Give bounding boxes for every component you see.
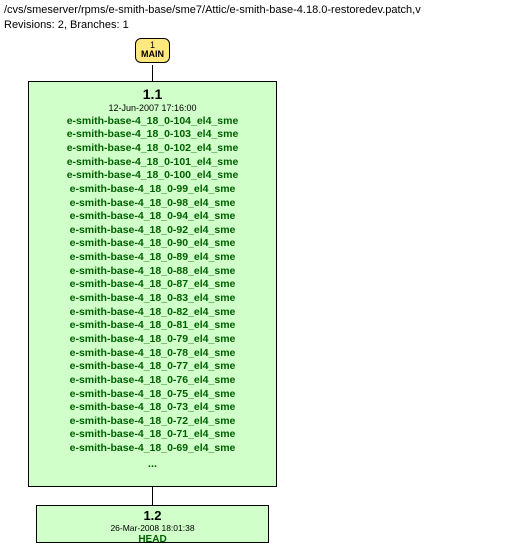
tag: e-smith-base-4_18_0-82_el4_sme <box>33 306 272 320</box>
tag: e-smith-base-4_18_0-102_el4_sme <box>33 142 272 156</box>
tag-head: HEAD <box>41 533 264 546</box>
edge <box>152 487 153 505</box>
revision-date: 26-Mar-2008 18:01:38 <box>41 523 264 533</box>
edge <box>152 65 153 81</box>
tag: e-smith-base-4_18_0-101_el4_sme <box>33 156 272 170</box>
tag: e-smith-base-4_18_0-78_el4_sme <box>33 347 272 361</box>
tag: e-smith-base-4_18_0-88_el4_sme <box>33 265 272 279</box>
tag: e-smith-base-4_18_0-99_el4_sme <box>33 183 272 197</box>
tag: e-smith-base-4_18_0-69_el4_sme <box>33 442 272 456</box>
revision-node-1-1[interactable]: 1.1 12-Jun-2007 17:16:00 e-smith-base-4_… <box>28 81 277 487</box>
tag: e-smith-base-4_18_0-92_el4_sme <box>33 224 272 238</box>
revision-number: 1.2 <box>41 508 264 523</box>
tag: e-smith-base-4_18_0-98_el4_sme <box>33 197 272 211</box>
tag: e-smith-base-4_18_0-71_el4_sme <box>33 428 272 442</box>
revision-date: 12-Jun-2007 17:16:00 <box>33 103 272 113</box>
tag: e-smith-base-4_18_0-90_el4_sme <box>33 237 272 251</box>
branch-name: MAIN <box>136 50 169 59</box>
tag: e-smith-base-4_18_0-87_el4_sme <box>33 278 272 292</box>
revision-node-1-2[interactable]: 1.2 26-Mar-2008 18:01:38 HEAD <box>36 505 269 543</box>
branch-node-main[interactable]: 1 MAIN <box>135 38 170 63</box>
revision-diagram: 1 MAIN 1.1 12-Jun-2007 17:16:00 e-smith-… <box>0 35 512 545</box>
revisions-meta: Revisions: 2, Branches: 1 <box>4 18 508 33</box>
tag: e-smith-base-4_18_0-100_el4_sme <box>33 169 272 183</box>
tag: e-smith-base-4_18_0-89_el4_sme <box>33 251 272 265</box>
tag: e-smith-base-4_18_0-79_el4_sme <box>33 333 272 347</box>
tag: e-smith-base-4_18_0-75_el4_sme <box>33 388 272 402</box>
tag: e-smith-base-4_18_0-72_el4_sme <box>33 415 272 429</box>
more-tags-ellipsis: ... <box>33 458 272 470</box>
tag: e-smith-base-4_18_0-77_el4_sme <box>33 360 272 374</box>
tag: e-smith-base-4_18_0-104_el4_sme <box>33 115 272 129</box>
tag: e-smith-base-4_18_0-103_el4_sme <box>33 128 272 142</box>
tag: e-smith-base-4_18_0-94_el4_sme <box>33 210 272 224</box>
tag: e-smith-base-4_18_0-81_el4_sme <box>33 319 272 333</box>
header: /cvs/smeserver/rpms/e-smith-base/sme7/At… <box>0 0 512 35</box>
tag: e-smith-base-4_18_0-76_el4_sme <box>33 374 272 388</box>
tag: e-smith-base-4_18_0-83_el4_sme <box>33 292 272 306</box>
file-path: /cvs/smeserver/rpms/e-smith-base/sme7/At… <box>4 3 508 18</box>
revision-number: 1.1 <box>33 86 272 102</box>
tag-list: e-smith-base-4_18_0-104_el4_smee-smith-b… <box>33 115 272 456</box>
tag: e-smith-base-4_18_0-73_el4_sme <box>33 401 272 415</box>
